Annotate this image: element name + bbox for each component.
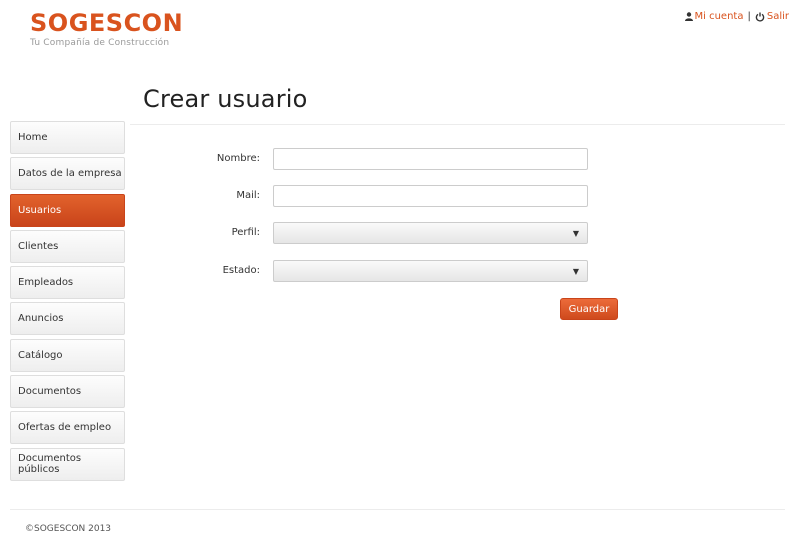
perfil-label: Perfil: [231,227,260,238]
estado-label: Estado: [222,265,260,276]
sidebar-item-catalogo[interactable]: Catálogo [10,338,125,372]
user-links: Mi cuenta | Salir [684,11,789,22]
brand: SOGESCON Tu Compañía de Construcción [30,10,183,48]
footer-divider [10,509,785,510]
user-icon [684,12,693,21]
sidebar-item-clientes[interactable]: Clientes [10,229,125,263]
brand-logo[interactable]: SOGESCON [30,10,183,36]
logout-link[interactable]: Salir [767,11,789,22]
sidebar-item-usuarios[interactable]: Usuarios [10,193,125,227]
form-row-mail: Mail: [180,185,600,209]
nombre-input[interactable] [273,148,588,170]
brand-tagline: Tu Compañía de Construcción [30,38,170,48]
form-row-estado: Estado: ▼ [180,260,600,284]
power-icon [755,12,765,22]
form-row-perfil: Perfil: ▼ [180,222,600,246]
caret-down-icon: ▼ [572,266,579,276]
mail-input[interactable] [273,185,588,207]
page-title: Crear usuario [143,85,308,113]
user-links-separator: | [747,11,751,22]
perfil-select[interactable]: ▼ [273,222,588,244]
sidebar-item-anuncios[interactable]: Anuncios [10,302,125,336]
sidebar-item-documentos-publicos[interactable]: Documentos públicos [10,447,125,481]
title-divider [130,124,785,125]
sidebar-item-documentos[interactable]: Documentos [10,375,125,409]
save-button[interactable]: Guardar [560,298,618,320]
nombre-label: Nombre: [216,153,260,164]
sidebar-item-empleados[interactable]: Empleados [10,266,125,300]
footer-copyright: ©SOGESCON 2013 [25,524,112,534]
form-row-nombre: Nombre: [180,148,600,172]
sidebar-item-datos-empresa[interactable]: Datos de la empresa [10,157,125,191]
sidebar-item-home[interactable]: Home [10,121,125,154]
sidebar-nav: Home Datos de la empresa Usuarios Client… [10,121,125,484]
sidebar-item-ofertas-empleo[interactable]: Ofertas de empleo [10,411,125,445]
caret-down-icon: ▼ [572,228,579,238]
my-account-link[interactable]: Mi cuenta [695,11,744,22]
estado-select[interactable]: ▼ [273,260,588,282]
mail-label: Mail: [236,190,260,201]
